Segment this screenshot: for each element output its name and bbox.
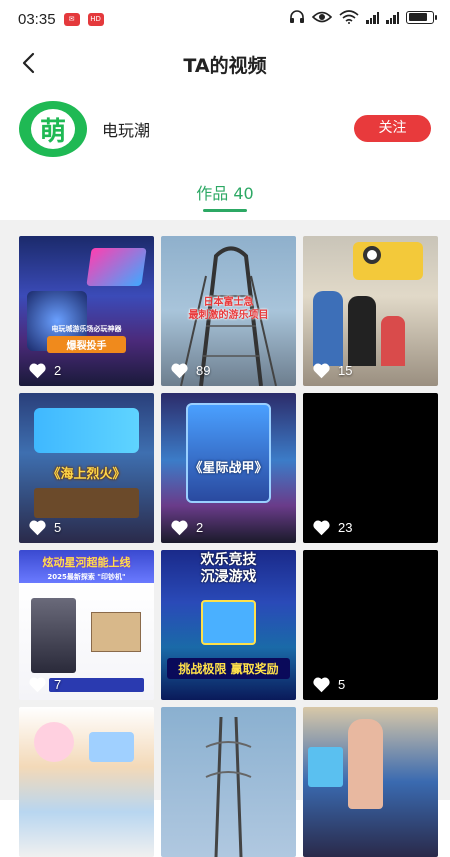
eye-icon — [312, 11, 332, 23]
video-thumbnail[interactable] — [19, 707, 154, 857]
wifi-icon — [339, 10, 359, 24]
toy-prize — [89, 732, 134, 762]
like-count: 2 — [170, 519, 203, 536]
person-figure — [348, 719, 383, 809]
product-machine — [31, 598, 76, 673]
like-count-value: 2 — [54, 363, 62, 378]
person-figure — [313, 291, 343, 366]
product-banner — [49, 678, 144, 692]
like-count-value: 5 — [338, 677, 346, 692]
tower-image — [205, 716, 252, 857]
video-thumbnail[interactable] — [161, 707, 296, 857]
video-thumbnail[interactable]: 15 — [303, 236, 438, 386]
video-thumbnail[interactable]: 《星际战甲》 2 — [161, 393, 296, 543]
like-count: 7 — [28, 676, 61, 693]
notification-icon: ✉ — [63, 12, 80, 26]
video-thumbnail[interactable]: 日本富士急 最刺激的游乐项目 89 — [161, 236, 296, 386]
thumb-caption: 《海上烈火》 — [47, 467, 126, 482]
heart-icon — [29, 677, 46, 693]
thumb-subcaption: 电玩城游乐场必玩神器 — [51, 325, 122, 333]
headphones-icon — [290, 10, 304, 23]
like-count: 23 — [312, 519, 352, 536]
like-count-value: 2 — [196, 520, 204, 535]
signal-icon-2 — [386, 11, 399, 24]
heart-icon — [171, 520, 188, 536]
video-thumbnail[interactable]: 欢乐竞技 沉浸游戏 挑战极限 赢取奖励 — [161, 550, 296, 700]
thumb-caption: 日本富士急 最刺激的游乐项目 — [188, 297, 269, 321]
tab-indicator — [203, 209, 247, 212]
like-count: 15 — [312, 362, 352, 379]
thumb-caption: 欢乐竞技 沉浸游戏 — [200, 552, 257, 585]
avatar-logo: 萌 — [31, 109, 75, 149]
username: 电玩潮 — [102, 121, 151, 140]
avatar[interactable]: 萌 — [19, 101, 87, 157]
thumb-caption: 爆裂投手 — [47, 336, 126, 353]
tab-bar: 作品 40 — [0, 172, 450, 220]
heart-icon — [313, 520, 330, 536]
app-badge-icon: HD — [87, 12, 104, 26]
thumb-subcaption: 2025最新探索 "印钞机" — [47, 573, 126, 581]
heart-icon — [29, 363, 46, 379]
thumb-subcaption: 挑战极限 赢取奖励 — [167, 658, 290, 679]
mascot-sign — [353, 242, 423, 280]
heart-icon — [29, 520, 46, 536]
like-count-value: 23 — [338, 520, 353, 535]
arcade-screen — [201, 600, 256, 645]
video-thumbnail[interactable]: 5 — [303, 550, 438, 700]
thumb-caption: 炫动星河超能上线 — [42, 556, 131, 569]
arcade-screen — [308, 747, 343, 787]
status-time: 03:35 — [18, 10, 56, 28]
like-count-value: 89 — [196, 363, 211, 378]
profile-header: 萌 电玩潮 关注 — [0, 95, 450, 161]
arcade-screen — [34, 408, 139, 453]
tab-works[interactable]: 作品 40 — [0, 180, 450, 204]
like-count-value: 15 — [338, 363, 353, 378]
like-count: 2 — [28, 362, 61, 379]
status-icons — [289, 10, 437, 24]
video-thumbnail[interactable]: 炫动星河超能上线 2025最新探索 "印钞机" 7 — [19, 550, 154, 700]
video-thumbnail[interactable]: 《海上烈火》 5 — [19, 393, 154, 543]
status-bar: 03:35 ✉ HD — [0, 0, 450, 38]
video-thumbnail[interactable]: 电玩城游乐场必玩神器 爆裂投手 2 — [19, 236, 154, 386]
toy-prize — [34, 722, 74, 762]
person-figure — [381, 316, 405, 366]
thumb-caption: 《星际战甲》 — [189, 461, 268, 476]
arcade-cabinet — [34, 488, 139, 518]
heart-icon — [171, 363, 188, 379]
like-count: 89 — [170, 362, 210, 379]
mascot-eye — [363, 246, 381, 264]
heart-icon — [313, 363, 330, 379]
like-count-value: 7 — [54, 677, 62, 692]
person-figure — [348, 296, 376, 366]
follow-button[interactable]: 关注 — [354, 115, 431, 142]
video-thumbnail[interactable] — [303, 707, 438, 857]
page-title: TA的视频 — [183, 55, 267, 77]
nav-bar: TA的视频 — [0, 38, 450, 88]
like-count-value: 5 — [54, 520, 62, 535]
signal-icon — [366, 11, 379, 24]
product-box — [91, 612, 141, 652]
like-count: 5 — [28, 519, 61, 536]
like-count: 5 — [312, 676, 345, 693]
battery-icon — [406, 10, 437, 24]
heart-icon — [313, 677, 330, 693]
video-thumbnail[interactable]: 23 — [303, 393, 438, 543]
arcade-machine — [186, 403, 271, 503]
game-sign — [86, 248, 147, 286]
video-grid: 电玩城游乐场必玩神器 爆裂投手 2 日本富士急 最刺激的游乐项目 89 15 《… — [19, 236, 438, 857]
